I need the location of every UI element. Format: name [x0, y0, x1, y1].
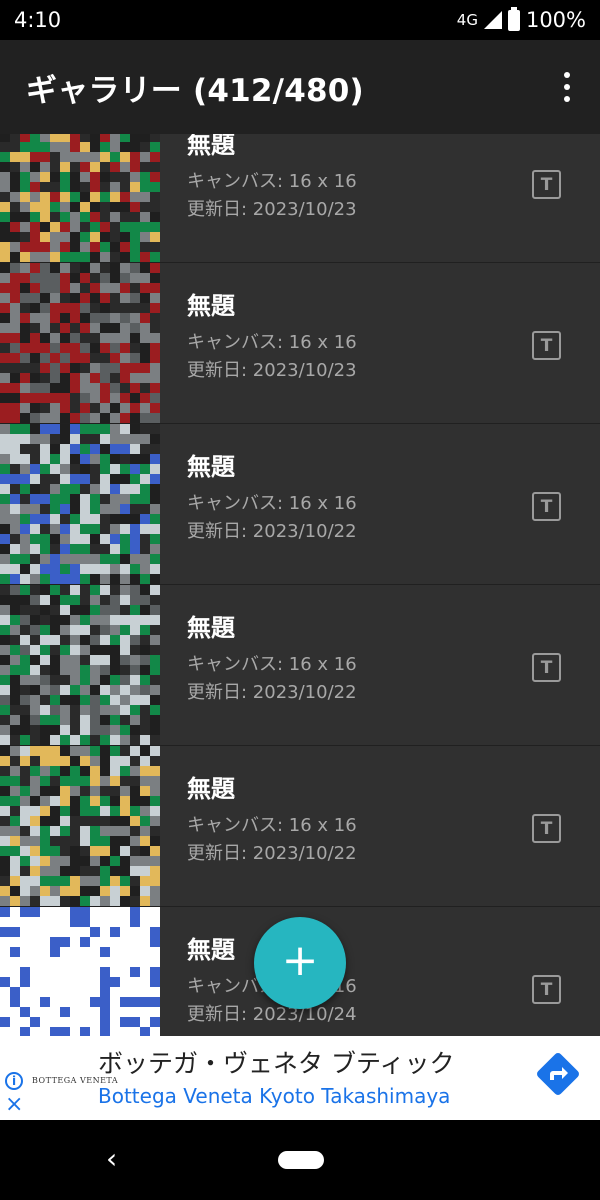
home-pill-icon[interactable] — [278, 1151, 324, 1169]
status-time: 4:10 — [14, 8, 62, 32]
ad-info-icon[interactable]: i — [5, 1072, 23, 1090]
item-canvas-size: キャンバス: 16 x 16 — [187, 815, 357, 836]
text-badge-icon[interactable]: T — [532, 975, 561, 1004]
pixel-art-image — [0, 424, 160, 584]
status-icons: 4G 100% — [456, 6, 586, 32]
text-badge-icon[interactable]: T — [532, 492, 561, 521]
item-updated-date: 更新日: 2023/10/22 — [187, 843, 357, 864]
battery-level: 100% — [525, 8, 586, 32]
ad-headline[interactable]: ボッテガ・ヴェネタ ブティック — [98, 1044, 454, 1080]
gallery-item[interactable]: 無題 キャンバス: 16 x 16 更新日: 2023/10/23 T — [0, 263, 600, 424]
back-icon[interactable]: ‹ — [106, 1142, 117, 1175]
pixel-art-image — [0, 585, 160, 745]
gallery-item[interactable]: 無題 キャンバス: 16 x 16 更新日: 2023/10/22 T — [0, 585, 600, 746]
artwork-thumbnail — [0, 585, 160, 745]
text-badge-icon[interactable]: T — [532, 331, 561, 360]
item-title: 無題 — [187, 453, 235, 481]
artwork-thumbnail — [0, 907, 160, 1036]
ad-subline[interactable]: Bottega Veneta Kyoto Takashimaya — [98, 1084, 450, 1108]
page-title: ギャラリー (412/480) — [26, 72, 364, 109]
item-canvas-size: キャンバス: 16 x 16 — [187, 171, 357, 192]
item-updated-date: 更新日: 2023/10/23 — [187, 360, 357, 381]
pixel-art-image — [0, 134, 160, 262]
item-canvas-size: キャンバス: 16 x 16 — [187, 493, 357, 514]
directions-icon[interactable] — [530, 1046, 586, 1102]
pixel-art-image — [0, 907, 160, 1036]
text-badge-icon[interactable]: T — [532, 814, 561, 843]
item-canvas-size: キャンバス: 16 x 16 — [187, 332, 357, 353]
battery-icon — [507, 6, 520, 31]
artwork-thumbnail — [0, 134, 160, 262]
ad-close-icon[interactable]: × — [5, 1094, 23, 1116]
status-bar: 4:10 4G 100% — [0, 0, 600, 40]
gallery-item[interactable]: 無題 キャンバス: 16 x 16 更新日: 2023/10/22 T — [0, 424, 600, 585]
pixel-art-image — [0, 263, 160, 423]
item-updated-date: 更新日: 2023/10/22 — [187, 682, 357, 703]
gallery-item[interactable]: 無題 キャンバス: 16 x 16 更新日: 2023/10/23 T — [0, 134, 600, 263]
app-bar: ギャラリー (412/480) — [0, 40, 600, 134]
ad-banner[interactable]: i × BOTTEGA VENETA ボッテガ・ヴェネタ ブティック Botte… — [0, 1036, 600, 1120]
gallery-list[interactable]: 無題 キャンバス: 16 x 16 更新日: 2023/10/23 T 無題 キ… — [0, 134, 600, 1036]
artwork-thumbnail — [0, 746, 160, 906]
item-updated-date: 更新日: 2023/10/24 — [187, 1004, 357, 1025]
pixel-art-image — [0, 746, 160, 906]
overflow-menu-icon[interactable] — [564, 72, 572, 102]
plus-icon: + — [281, 935, 319, 986]
text-badge-icon[interactable]: T — [532, 170, 561, 199]
artwork-thumbnail — [0, 263, 160, 423]
item-title: 無題 — [187, 614, 235, 642]
add-artwork-button[interactable]: + — [254, 917, 346, 1009]
item-updated-date: 更新日: 2023/10/22 — [187, 521, 357, 542]
system-nav-bar: ‹ — [0, 1120, 600, 1200]
text-badge-icon[interactable]: T — [532, 653, 561, 682]
item-canvas-size: キャンバス: 16 x 16 — [187, 654, 357, 675]
signal-icon — [483, 11, 502, 29]
item-updated-date: 更新日: 2023/10/23 — [187, 199, 357, 220]
network-type: 4G — [456, 11, 478, 29]
item-title: 無題 — [187, 775, 235, 803]
gallery-item[interactable]: 無題 キャンバス: 16 x 16 更新日: 2023/10/22 T — [0, 746, 600, 907]
artwork-thumbnail — [0, 424, 160, 584]
item-title: 無題 — [187, 134, 235, 159]
item-title: 無題 — [187, 292, 235, 320]
